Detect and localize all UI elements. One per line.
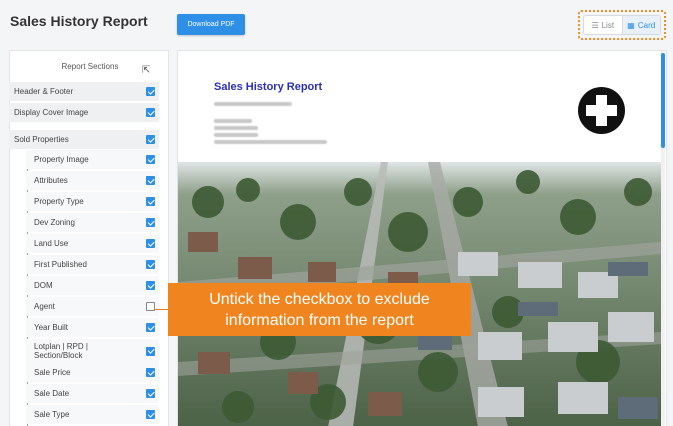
section-row-year-built: Year Built (26, 318, 159, 337)
section-label: Lotplan | RPD | Section/Block (34, 342, 88, 360)
section-checkbox-dom[interactable] (146, 281, 155, 290)
section-label: Sold Properties (14, 135, 69, 144)
section-checkbox-sale-price[interactable] (146, 368, 155, 377)
blurred-text (214, 133, 258, 137)
grid-icon: ▦ (627, 20, 635, 30)
instruction-callout: Untick the checkbox to exclude informati… (168, 283, 471, 336)
view-toggle: ☰ List ▦ Card (583, 15, 661, 35)
section-label: Attributes (34, 176, 68, 185)
section-label: Header & Footer (14, 87, 74, 96)
section-row-display-cover-image: Display Cover Image (9, 103, 159, 122)
download-pdf-button[interactable]: Download PDF (177, 14, 245, 35)
list-view-button[interactable]: ☰ List (584, 16, 622, 34)
section-checkbox-property-image[interactable] (146, 155, 155, 164)
section-label: Dev Zoning (34, 218, 75, 227)
section-checkbox-property-type[interactable] (146, 197, 155, 206)
section-checkbox-dev-zoning[interactable] (146, 218, 155, 227)
report-preview: Sales History Report (177, 50, 667, 426)
section-label: Property Type (34, 197, 84, 206)
section-checkbox-sold-properties[interactable] (146, 135, 155, 144)
card-view-label: Card (637, 20, 656, 30)
section-checkbox-lotplan-rpd-section-block[interactable] (146, 346, 155, 356)
section-label: Sale Date (34, 389, 70, 398)
section-checkbox-sale-type[interactable] (146, 410, 155, 419)
section-checkbox-display-cover-image[interactable] (146, 108, 155, 117)
page-title: Sales History Report (10, 13, 148, 29)
section-row-sale-date: Sale Date (26, 384, 159, 403)
view-toggle-highlight: ☰ List ▦ Card (578, 10, 666, 40)
blurred-text (214, 126, 258, 130)
section-label: Agent (34, 302, 55, 311)
blurred-text (214, 140, 327, 144)
section-label: Sale Price (34, 368, 71, 377)
callout-connector (154, 309, 168, 310)
section-row-lotplan-rpd-section-block: Lotplan | RPD | Section/Block (26, 339, 159, 363)
section-row-sale-price: Sale Price (26, 363, 159, 382)
callout-line-1: Untick the checkbox to exclude (209, 290, 430, 308)
section-row-attributes: Attributes (26, 171, 159, 190)
callout-line-2: information from the report (225, 311, 414, 329)
section-checkbox-year-built[interactable] (146, 323, 155, 332)
blurred-text (214, 119, 252, 123)
card-view-button[interactable]: ▦ Card (621, 16, 660, 34)
list-view-label: List (601, 20, 615, 30)
section-checkbox-first-published[interactable] (146, 260, 155, 269)
scrollbar-thumb[interactable] (661, 53, 665, 148)
section-label: DOM (34, 281, 53, 290)
section-row-sold-properties: Sold Properties (9, 130, 159, 149)
section-row-sale-type: Sale Type (26, 405, 159, 424)
section-label: Sale Type (34, 410, 70, 419)
section-checkbox-land-use[interactable] (146, 239, 155, 248)
blurred-text (214, 102, 292, 106)
section-label: Property Image (34, 155, 89, 164)
section-label: Year Built (34, 323, 68, 332)
list-icon: ☰ (591, 20, 599, 30)
section-row-header-footer: Header & Footer (9, 82, 159, 101)
mouse-cursor-icon: ⇱ (142, 65, 151, 76)
logo-cross (586, 105, 617, 116)
section-row-property-image: Property Image (26, 150, 159, 169)
section-row-property-type: Property Type (26, 192, 159, 211)
section-label: Land Use (34, 239, 69, 248)
preview-report-title: Sales History Report (214, 81, 323, 93)
section-row-land-use: Land Use (26, 234, 159, 253)
section-row-first-published: First Published (26, 255, 159, 274)
section-label: First Published (34, 260, 87, 269)
section-checkbox-attributes[interactable] (146, 176, 155, 185)
section-row-dev-zoning: Dev Zoning (26, 213, 159, 232)
section-checkbox-header-footer[interactable] (146, 87, 155, 96)
section-checkbox-sale-date[interactable] (146, 389, 155, 398)
section-row-agent: Agent (26, 297, 159, 316)
section-row-dom: DOM (26, 276, 159, 295)
section-label: Display Cover Image (14, 108, 89, 117)
